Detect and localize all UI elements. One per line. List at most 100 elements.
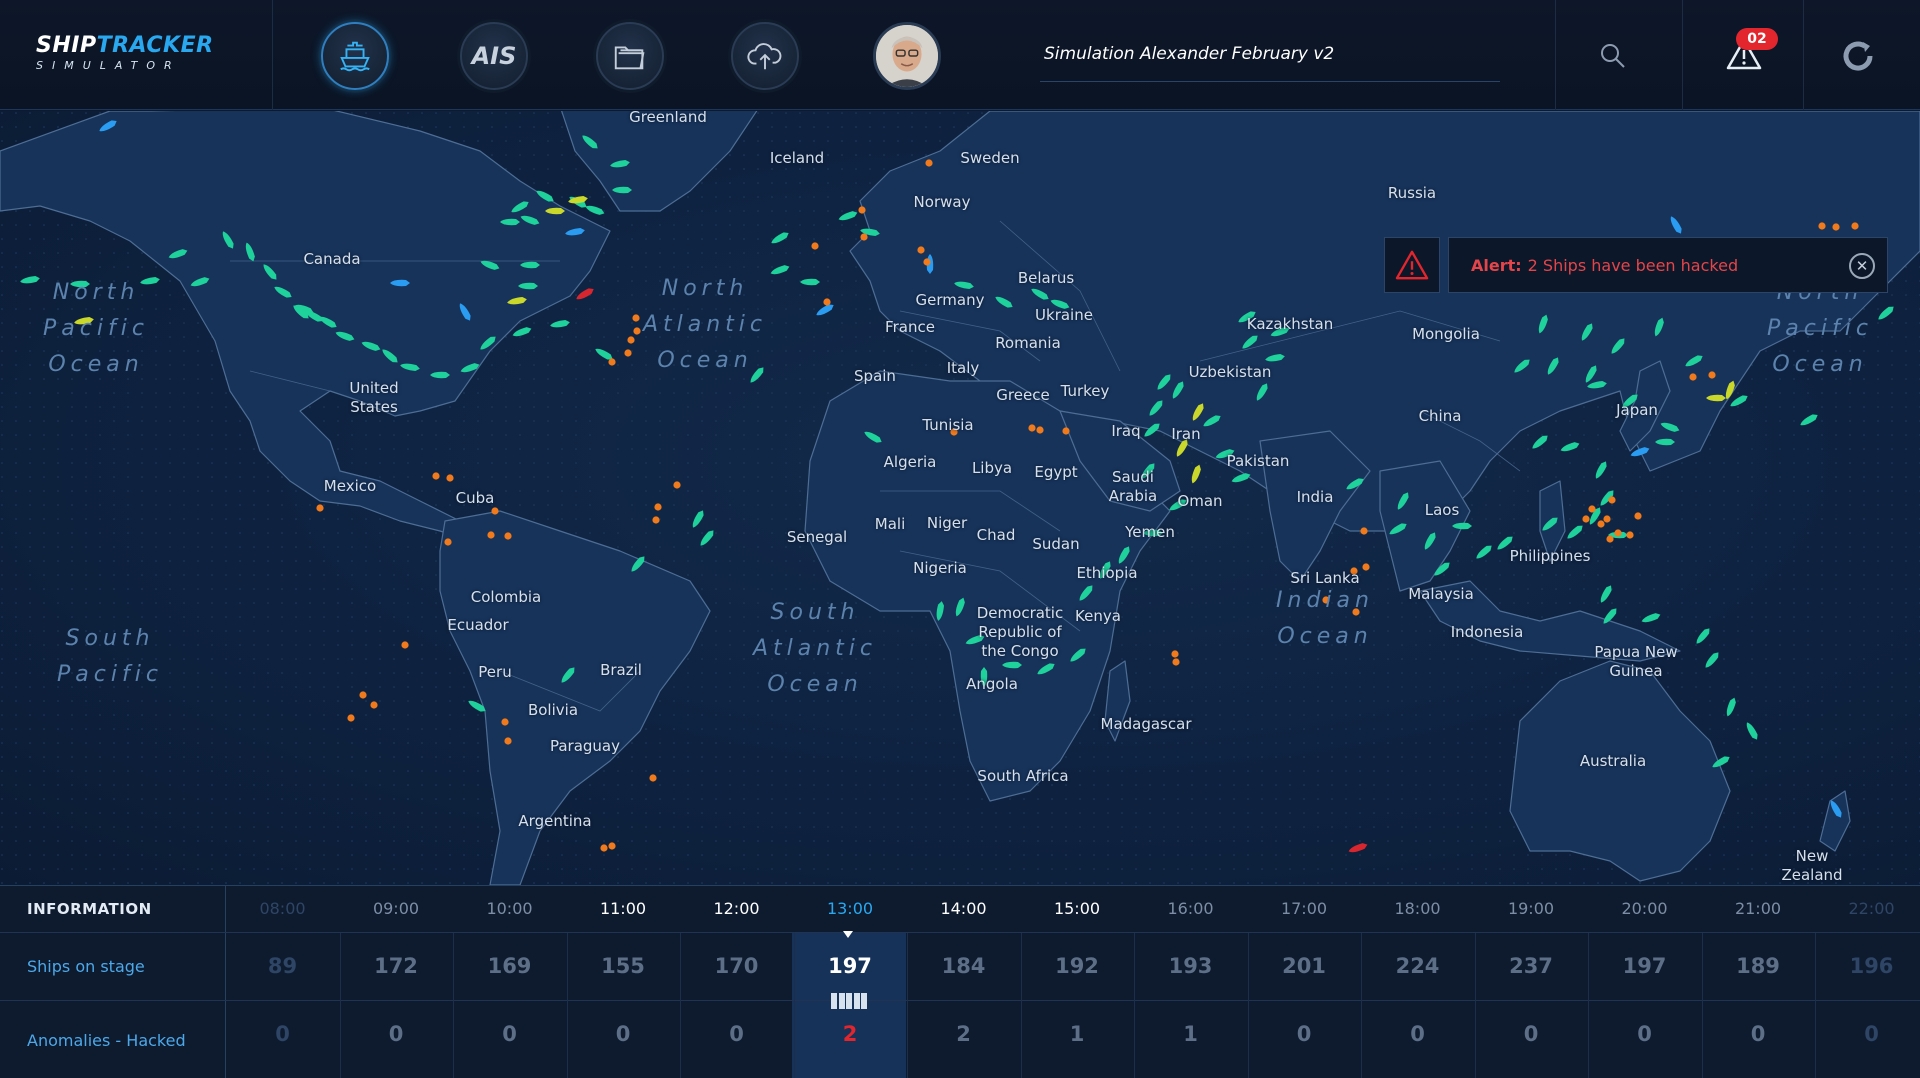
port-marker[interactable] [923,258,931,266]
port-marker[interactable] [1851,222,1859,230]
timeline-time-label[interactable]: 10:00 [453,886,566,932]
timeline-time-label[interactable]: 16:00 [1134,886,1247,932]
port-marker[interactable] [624,349,632,357]
column-divider [1247,933,1249,1078]
timeline-time-label[interactable]: 14:00 [907,886,1020,932]
port-marker[interactable] [491,507,499,515]
port-marker[interactable] [600,844,608,852]
logo-text-tracker: TRACKER [96,33,214,58]
port-marker[interactable] [347,714,355,722]
simulation-title[interactable]: Simulation Alexander February v2 [1040,40,1500,82]
close-icon[interactable]: ✕ [1849,253,1875,279]
port-marker[interactable] [446,474,454,482]
port-marker[interactable] [649,774,657,782]
port-marker[interactable] [1689,373,1697,381]
timeline-time-label[interactable]: 20:00 [1588,886,1701,932]
ship-nav-button[interactable] [321,22,389,90]
map-place-label: Laos [1424,501,1460,519]
port-marker[interactable] [504,532,512,540]
map-place-label: Madagascar [1100,715,1192,733]
port-marker[interactable] [487,531,495,539]
map-place-label: Papua New Guinea [1594,643,1678,680]
time-scrubber-handle[interactable] [831,993,867,1009]
port-marker[interactable] [811,242,819,250]
port-marker[interactable] [1603,515,1611,523]
timeline-time-label[interactable]: 12:00 [680,886,793,932]
search-button[interactable] [1588,36,1638,76]
world-map[interactable]: North Pacific Ocean North Atlantic Ocean… [0,111,1920,885]
cloud-upload-icon [747,43,782,70]
timeline-time-label[interactable]: 13:00 [794,886,907,932]
port-marker[interactable] [608,358,616,366]
warning-icon [1395,250,1429,280]
port-marker[interactable] [858,206,866,214]
cloud-upload-nav-button[interactable] [731,22,799,90]
port-marker[interactable] [1634,512,1642,520]
column-divider [1588,933,1589,1078]
timeline-time-label[interactable]: 15:00 [1021,886,1134,932]
port-marker[interactable] [1832,223,1840,231]
timeline-time-label[interactable]: 22:00 [1815,886,1920,932]
top-bar: SHIPTRACKER SIMULATOR AIS Simulation Ale… [0,0,1920,110]
folder-nav-button[interactable] [596,22,664,90]
port-marker[interactable] [1597,520,1605,528]
alerts-count-badge: 02 [1736,28,1778,50]
user-avatar[interactable] [873,22,941,90]
timeline-time-label[interactable]: 09:00 [340,886,453,932]
port-marker[interactable] [652,516,660,524]
map-place-label: Mongolia [1412,325,1480,343]
map-place-label: Italy [946,359,980,377]
port-marker[interactable] [1818,222,1826,230]
alert-message[interactable]: Alert: 2 Ships have been hacked ✕ [1448,237,1888,293]
timeline-time-label[interactable]: 11:00 [567,886,680,932]
port-marker[interactable] [1608,496,1616,504]
port-marker[interactable] [823,298,831,306]
timeline-time-label[interactable]: 17:00 [1248,886,1361,932]
timeline-time-label[interactable]: 08:00 [226,886,339,932]
ais-nav-button[interactable]: AIS [460,22,528,90]
timeline-time-label[interactable]: 19:00 [1475,886,1588,932]
port-marker[interactable] [608,842,616,850]
port-marker[interactable] [1708,371,1716,379]
port-marker[interactable] [1028,424,1036,432]
column-divider [793,933,795,1078]
port-marker[interactable] [370,701,378,709]
map-place-label: Argentina [518,812,592,830]
port-marker[interactable] [673,481,681,489]
port-marker[interactable] [432,472,440,480]
ships-on-stage-value: 197 [1622,954,1667,978]
port-marker[interactable] [316,504,324,512]
port-marker[interactable] [1582,515,1590,523]
ships-on-stage-value: 184 [941,954,986,978]
port-marker[interactable] [1036,426,1044,434]
port-marker[interactable] [917,246,925,254]
logo-text-ship: SHIP [36,33,97,58]
port-marker[interactable] [444,538,452,546]
port-marker[interactable] [1588,505,1596,513]
port-marker[interactable] [654,503,662,511]
map-place-label: Australia [1579,752,1647,770]
port-marker[interactable] [1626,531,1634,539]
port-marker[interactable] [627,336,635,344]
map-place-label: Oman [1177,492,1223,510]
port-marker[interactable] [1172,658,1180,666]
map-place-label: Ukraine [1035,306,1093,324]
app-logo[interactable]: SHIPTRACKER SIMULATOR [36,33,213,78]
port-marker[interactable] [860,233,868,241]
port-marker[interactable] [359,691,367,699]
port-marker[interactable] [504,737,512,745]
column-divider [1361,933,1362,1078]
map-place-label: Kenya [1075,607,1121,625]
port-marker[interactable] [1171,650,1179,658]
anomalies-hacked-label: Anomalies - Hacked [0,1001,226,1078]
port-marker[interactable] [401,641,409,649]
port-marker[interactable] [632,314,640,322]
port-marker[interactable] [1360,527,1368,535]
sync-button[interactable] [1836,34,1880,78]
port-marker[interactable] [1614,529,1622,537]
map-place-label: Bolivia [527,701,579,719]
timeline-time-label[interactable]: 21:00 [1702,886,1815,932]
alert-banner: Alert: 2 Ships have been hacked ✕ [1384,237,1888,293]
timeline-time-label[interactable]: 18:00 [1361,886,1474,932]
port-marker[interactable] [1606,535,1614,543]
